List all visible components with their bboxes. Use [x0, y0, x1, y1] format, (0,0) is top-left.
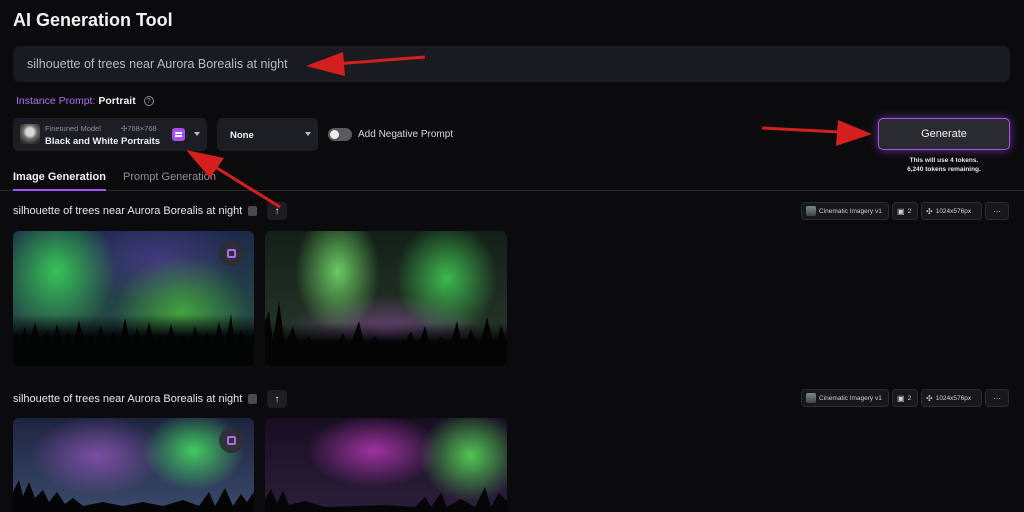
token-usage: This will use 4 tokens.	[909, 157, 979, 164]
style-chip-label: Cinematic Imagery v1	[819, 207, 882, 215]
image-count-chip: ▣ 2	[892, 202, 918, 220]
model-sub-label: Finetuned Model	[45, 124, 101, 133]
instance-prompt: Instance Prompt: Portrait ?	[16, 95, 154, 107]
style-chip-label: Cinematic Imagery v1	[819, 394, 882, 402]
group-prompt-text: silhouette of trees near Aurora Borealis…	[13, 205, 243, 217]
variation-icon[interactable]	[219, 241, 244, 266]
style-chip: Cinematic Imagery v1	[801, 389, 889, 407]
tree-silhouette	[13, 314, 254, 366]
style-select[interactable]: None	[217, 118, 318, 151]
page-title: AI Generation Tool	[13, 10, 173, 30]
style-value: None	[230, 130, 254, 141]
group-title: silhouette of trees near Aurora Borealis…	[13, 393, 258, 405]
dimensions-label: 1024x576px	[935, 394, 972, 402]
prompt-input[interactable]: silhouette of trees near Aurora Borealis…	[13, 46, 1010, 82]
instance-prompt-label: Instance Prompt:	[16, 95, 96, 107]
more-options-button[interactable]: ···	[985, 202, 1009, 220]
generated-image[interactable]	[13, 418, 254, 512]
edit-model-icon[interactable]	[172, 128, 185, 141]
image-count: 2	[907, 207, 912, 215]
dimensions-chip: ✣ 1024x576px	[921, 202, 982, 220]
dimensions-label: 1024x576px	[935, 207, 972, 215]
style-chip-thumbnail	[806, 393, 816, 403]
group-title: silhouette of trees near Aurora Borealis…	[13, 205, 258, 217]
style-chip: Cinematic Imagery v1	[801, 202, 889, 220]
generated-image[interactable]	[13, 231, 254, 366]
move-icon: ✣	[926, 206, 933, 216]
help-icon[interactable]: ?	[143, 96, 154, 106]
model-name: Black and White Portraits	[45, 136, 161, 147]
tree-silhouette	[13, 480, 254, 512]
generated-image[interactable]	[265, 231, 507, 366]
model-select[interactable]: Finetuned Model ✣768×768 Black and White…	[13, 118, 207, 151]
reuse-prompt-button[interactable]: ↑	[267, 202, 287, 220]
group-prompt-text: silhouette of trees near Aurora Borealis…	[13, 393, 243, 405]
copy-icon[interactable]	[248, 206, 258, 216]
negative-prompt-label: Add Negative Prompt	[358, 129, 454, 140]
images-icon: ▣	[897, 206, 905, 216]
more-icon: ···	[993, 206, 1001, 216]
image-count-chip: ▣ 2	[892, 389, 918, 407]
variation-icon[interactable]	[219, 428, 244, 453]
style-chip-thumbnail	[806, 206, 816, 216]
more-icon: ···	[993, 393, 1001, 403]
dimensions-chip: ✣ 1024x576px	[921, 389, 982, 407]
negative-prompt-toggle[interactable]	[328, 128, 352, 141]
instance-prompt-value: Portrait	[98, 95, 136, 107]
tree-silhouette	[265, 487, 507, 512]
tree-silhouette	[265, 301, 507, 366]
chevron-down-icon[interactable]	[194, 132, 200, 136]
move-icon: ✣	[926, 393, 933, 403]
reuse-prompt-button[interactable]: ↑	[267, 390, 287, 408]
image-count: 2	[907, 394, 912, 402]
prompt-text: silhouette of trees near Aurora Borealis…	[27, 57, 288, 71]
tab-prompt-generation[interactable]: Prompt Generation	[123, 171, 216, 183]
generate-button[interactable]: Generate	[878, 118, 1010, 150]
generated-image[interactable]	[265, 418, 507, 512]
images-icon: ▣	[897, 393, 905, 403]
copy-icon[interactable]	[248, 394, 258, 404]
chevron-down-icon[interactable]	[305, 132, 311, 136]
model-thumbnail	[20, 124, 40, 144]
tab-image-generation[interactable]: Image Generation	[13, 171, 106, 191]
tab-bar: Image Generation Prompt Generation	[0, 168, 1024, 191]
model-size: ✣768×768	[121, 124, 157, 133]
more-options-button[interactable]: ···	[985, 389, 1009, 407]
